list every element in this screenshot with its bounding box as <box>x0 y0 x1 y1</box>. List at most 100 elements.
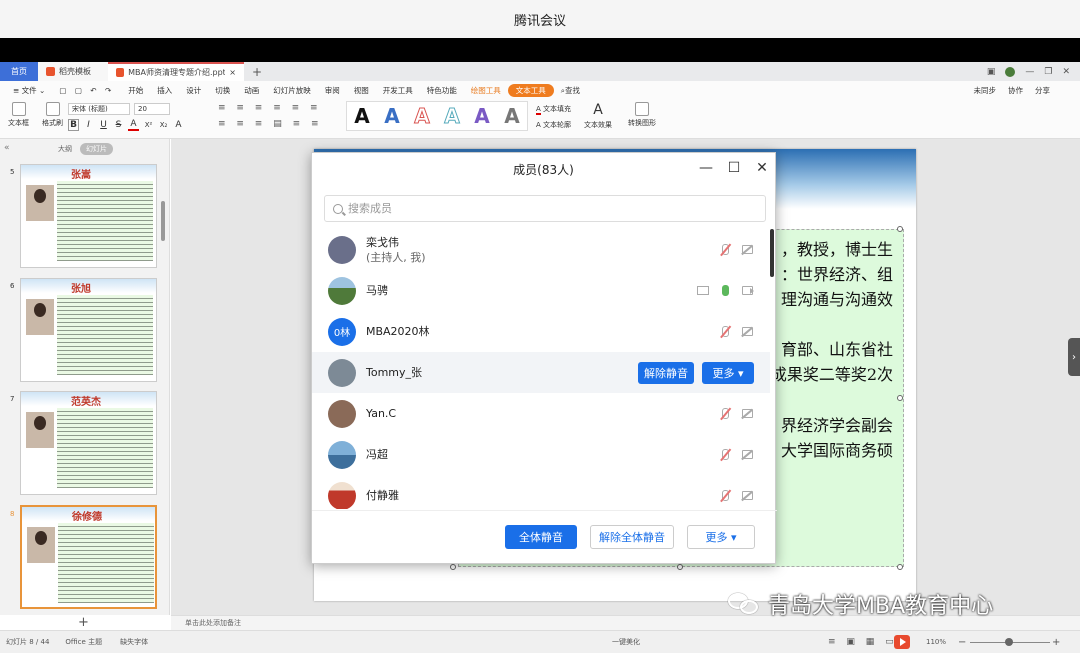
zoom-level[interactable]: 110% <box>926 638 946 646</box>
mic-on-icon[interactable] <box>718 284 732 298</box>
mute-all-button[interactable]: 全体静音 <box>505 525 577 549</box>
member-row[interactable]: Yan.C <box>312 393 770 434</box>
share-button[interactable]: 分享 <box>1035 85 1050 96</box>
minimize-icon[interactable]: — <box>697 159 715 177</box>
mic-muted-icon[interactable] <box>718 325 732 339</box>
minimize-icon[interactable]: — <box>1025 67 1034 77</box>
add-slide-button[interactable]: + <box>78 615 89 630</box>
camera-off-icon[interactable] <box>740 407 754 421</box>
slide-thumbnail[interactable]: 范英杰 <box>20 391 157 495</box>
tab-presentation[interactable]: MBA师资清理专题介绍.pptx × <box>108 62 244 81</box>
maximize-icon[interactable]: ☐ <box>725 159 743 177</box>
layout-icon[interactable]: ▣ <box>987 67 996 77</box>
resize-handle[interactable] <box>897 226 903 232</box>
menu-file[interactable]: ≡ 文件 ⌄ <box>6 85 52 96</box>
menu-features[interactable]: 特色功能 <box>420 85 464 96</box>
avatar[interactable] <box>1005 66 1016 77</box>
format-painter-tool[interactable]: 格式刷 <box>42 102 63 128</box>
menu-animation[interactable]: 动画 <box>237 85 266 96</box>
mic-muted-icon[interactable] <box>718 448 732 462</box>
menu-transition[interactable]: 切换 <box>208 85 237 96</box>
footer-more-button[interactable]: 更多 ▾ <box>687 525 755 549</box>
member-row[interactable]: 付静雅 <box>312 475 770 509</box>
menu-insert[interactable]: 插入 <box>150 85 179 96</box>
close-icon[interactable]: ✕ <box>753 159 771 177</box>
play-slideshow-button[interactable] <box>894 635 910 649</box>
camera-off-icon[interactable] <box>740 325 754 339</box>
menu-text-tools[interactable]: 文本工具 <box>507 83 554 97</box>
tab-outline[interactable]: 大纲 <box>58 144 72 154</box>
member-row[interactable]: 马骋 <box>312 270 770 311</box>
text-effect-tool[interactable]: A 文本效果 <box>584 102 612 130</box>
zoom-out-icon[interactable]: − <box>958 637 966 648</box>
text-style-gallery[interactable]: A A A A A A <box>346 101 528 131</box>
member-row[interactable]: 冯超 <box>312 434 770 475</box>
menu-review[interactable]: 审阅 <box>318 85 347 96</box>
style-red-outline[interactable]: A <box>414 104 431 129</box>
close-window-icon[interactable]: ✕ <box>1062 67 1070 77</box>
style-black[interactable]: A <box>354 104 369 128</box>
tab-template[interactable]: 稻壳模板 <box>38 62 108 81</box>
style-blue[interactable]: A <box>384 104 399 128</box>
missing-font[interactable]: 缺失字体 <box>120 637 148 647</box>
zoom-slider-handle[interactable] <box>1005 638 1013 646</box>
slide-thumbnail[interactable]: 张旭 <box>20 278 157 382</box>
unmute-button[interactable]: 解除静音 <box>638 361 694 384</box>
text-outline-button[interactable]: A 文本轮廓 <box>536 120 571 130</box>
quick-access-icons[interactable]: ▢ ▢ ↶ ↷ <box>52 86 121 95</box>
superscript-button[interactable]: X² <box>143 119 154 131</box>
close-icon[interactable]: × <box>229 68 236 77</box>
resize-handle[interactable] <box>897 564 903 570</box>
camera-off-icon[interactable] <box>740 448 754 462</box>
mic-muted-icon[interactable] <box>718 243 732 257</box>
restore-icon[interactable]: ❐ <box>1044 67 1052 77</box>
chevron-right-icon[interactable]: › <box>1068 338 1080 376</box>
menu-drawing-tools[interactable]: 绘图工具 <box>464 85 508 96</box>
new-tab-button[interactable]: + <box>244 62 270 81</box>
camera-off-icon[interactable] <box>740 284 754 298</box>
menu-developer[interactable]: 开发工具 <box>376 85 420 96</box>
member-row[interactable]: 0林 MBA2020林 <box>312 311 770 352</box>
beautify-button[interactable]: 一键美化 <box>612 637 640 647</box>
collapse-panel-icon[interactable]: « <box>4 143 10 153</box>
resize-handle[interactable] <box>897 395 903 401</box>
collab-button[interactable]: 协作 <box>1008 85 1023 96</box>
tab-home[interactable]: 首页 <box>0 62 38 81</box>
unmute-all-button[interactable]: 解除全体静音 <box>590 525 674 549</box>
bold-button[interactable]: B <box>68 119 79 131</box>
menu-search[interactable]: ⌕查找 <box>554 85 587 96</box>
strike-button[interactable]: S <box>113 119 124 131</box>
tab-slides[interactable]: 幻灯片 <box>80 143 113 155</box>
style-purple[interactable]: A <box>474 104 489 128</box>
zoom-in-icon[interactable]: + <box>1052 637 1060 648</box>
panel-scrollbar[interactable] <box>161 201 165 241</box>
font-size-select[interactable]: 20 <box>134 103 170 115</box>
search-input[interactable] <box>348 202 748 215</box>
textbox-tool[interactable]: 文本框 <box>8 102 29 128</box>
style-gray[interactable]: A <box>504 104 519 128</box>
more-button[interactable]: 更多 ▾ <box>702 361 754 384</box>
member-list-scrollbar[interactable] <box>770 229 774 277</box>
mic-muted-icon[interactable] <box>718 407 732 421</box>
italic-button[interactable]: I <box>83 119 94 131</box>
camera-off-icon[interactable] <box>740 489 754 503</box>
slide-thumbnail-selected[interactable]: 徐修德 <box>20 505 157 609</box>
sync-status[interactable]: 未同步 <box>974 85 997 96</box>
menu-view[interactable]: 视图 <box>347 85 376 96</box>
text-fill-button[interactable]: A 文本填充 <box>536 104 571 115</box>
mic-muted-icon[interactable] <box>718 489 732 503</box>
highlight-button[interactable]: A <box>173 119 184 131</box>
font-color-button[interactable]: A <box>128 119 139 131</box>
camera-off-icon[interactable] <box>740 243 754 257</box>
font-name-select[interactable]: 宋体 (标题) <box>68 103 130 115</box>
underline-button[interactable]: U <box>98 119 109 131</box>
menu-design[interactable]: 设计 <box>179 85 208 96</box>
menu-start[interactable]: 开始 <box>121 85 150 96</box>
screen-share-icon[interactable] <box>696 284 710 298</box>
menu-slideshow[interactable]: 幻灯片放映 <box>266 85 318 96</box>
view-mode-icons[interactable]: ≡ ▣ ▦ ▭ <box>828 637 898 647</box>
style-teal-outline[interactable]: A <box>444 104 461 129</box>
convert-shape-tool[interactable]: 转换图形 <box>628 102 656 128</box>
slide-thumbnail[interactable]: 张嵩 <box>20 164 157 268</box>
member-row[interactable]: Tommy_张 解除静音 更多 ▾ <box>312 352 770 393</box>
